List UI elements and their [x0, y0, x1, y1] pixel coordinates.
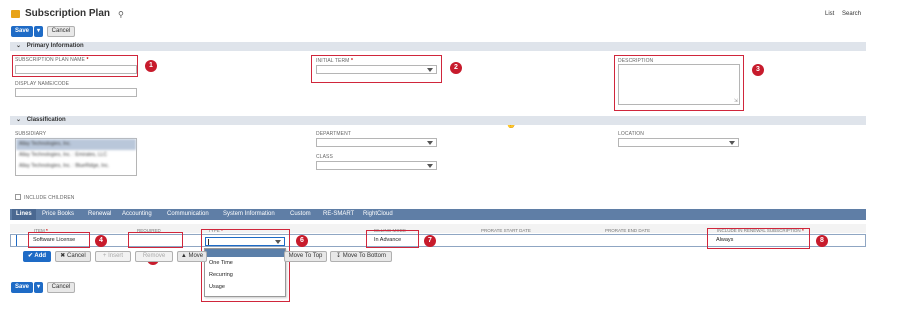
- column-header-prorate-end: PRORATE END DATE: [605, 228, 651, 233]
- move-to-bottom-button[interactable]: ↧ Move To Bottom: [330, 251, 392, 262]
- page-title: Subscription Plan: [25, 8, 111, 19]
- callout-7: 7: [424, 235, 436, 247]
- department-label: DEPARTMENT: [316, 131, 351, 137]
- callout-3: 3: [752, 64, 764, 76]
- include-children-label: INCLUDE CHILDREN: [24, 195, 75, 201]
- add-line-button[interactable]: ✔ Add: [23, 251, 51, 262]
- subscription-icon: [11, 10, 20, 18]
- display-name-label: DISPLAY NAME/CODE: [15, 81, 70, 87]
- callout-2: 2: [450, 62, 462, 74]
- column-header-prorate-start: PRORATE START DATE: [481, 228, 531, 233]
- subtab-bar: Lines Price Books Renewal Accounting Com…: [10, 209, 866, 220]
- save-dropdown-button[interactable]: ▾: [34, 26, 43, 37]
- remove-line-button[interactable]: Remove: [135, 251, 173, 262]
- move-line-label: Move: [188, 253, 204, 259]
- classification-header[interactable]: ⌄ Classification: [10, 116, 866, 125]
- display-name-input[interactable]: [15, 88, 137, 97]
- class-select[interactable]: [316, 161, 437, 170]
- classification-label: Classification: [26, 117, 66, 123]
- highlight-box-4: [28, 232, 90, 248]
- highlight-box-5: [128, 232, 183, 248]
- callout-1: 1: [145, 60, 157, 72]
- subsidiary-label: SUBSIDIARY: [15, 131, 47, 137]
- list-link[interactable]: List: [825, 11, 834, 17]
- tab-price-books[interactable]: Price Books: [42, 209, 74, 220]
- location-label: LOCATION: [618, 131, 644, 137]
- save-dropdown-button-bottom[interactable]: ▾: [34, 282, 43, 293]
- callout-4: 4: [95, 235, 107, 247]
- subsidiary-option[interactable]: Allay Technologies, Inc. : BlueRidge, In…: [16, 161, 136, 172]
- tab-custom[interactable]: Custom: [290, 209, 311, 220]
- chevron-down-icon: ⌄: [16, 43, 22, 49]
- move-line-button[interactable]: ▲ Move: [177, 251, 207, 262]
- highlight-box-1: [12, 55, 138, 77]
- move-to-bottom-label: Move To Bottom: [342, 253, 386, 259]
- arrow-down-icon: ↧: [336, 253, 342, 259]
- row-marker: [16, 235, 17, 246]
- include-children-checkbox[interactable]: [15, 194, 21, 200]
- save-button-bottom[interactable]: Save: [11, 282, 33, 293]
- cancel-label: Cancel: [51, 28, 71, 34]
- move-to-top-label: Move To Top: [288, 253, 323, 259]
- subsidiary-option[interactable]: Allay Technologies, Inc.: [16, 139, 136, 150]
- save-label-bottom: Save: [14, 284, 29, 290]
- add-line-label: Add: [34, 253, 47, 259]
- insert-line-label: Insert: [108, 253, 124, 259]
- tab-lines[interactable]: Lines: [12, 209, 36, 220]
- highlight-box-3: [614, 55, 744, 111]
- chevron-down-icon: ⌄: [16, 117, 22, 123]
- save-button[interactable]: Save: [11, 26, 33, 37]
- callout-8: 8: [816, 235, 828, 247]
- tab-rightcloud[interactable]: RightCloud: [363, 209, 393, 220]
- x-icon: ✖: [60, 253, 66, 259]
- remove-line-label: Remove: [142, 253, 166, 259]
- tab-re-smart[interactable]: RE-SMART: [323, 209, 354, 220]
- class-label: CLASS: [316, 154, 333, 160]
- save-label: Save: [14, 28, 29, 34]
- move-to-top-button[interactable]: Move To Top: [284, 251, 327, 262]
- subsidiary-option[interactable]: Allay Technologies, Inc. : Emirates, LLC: [16, 150, 136, 161]
- subsidiary-multiselect[interactable]: Allay Technologies, Inc. Allay Technolog…: [15, 138, 137, 176]
- check-icon: ✔: [27, 253, 33, 259]
- cancel-button-bottom[interactable]: Cancel: [47, 282, 75, 293]
- plus-icon: +: [102, 253, 107, 259]
- tab-system-information[interactable]: System Information: [223, 209, 275, 220]
- search-link[interactable]: Search: [842, 11, 861, 17]
- highlight-box-2: [311, 55, 442, 83]
- primary-information-header[interactable]: ⌄ Primary Information: [10, 42, 866, 51]
- callout-6: 6: [296, 235, 308, 247]
- highlight-box-6: [201, 229, 290, 302]
- cancel-line-button[interactable]: ✖ Cancel: [55, 251, 91, 262]
- primary-information-label: Primary Information: [26, 43, 84, 49]
- tab-communication[interactable]: Communication: [167, 209, 209, 220]
- cancel-line-label: Cancel: [67, 253, 86, 259]
- cancel-button[interactable]: Cancel: [47, 26, 75, 37]
- highlight-box-7: [366, 230, 419, 248]
- tab-renewal[interactable]: Renewal: [88, 209, 111, 220]
- cancel-label-bottom: Cancel: [51, 284, 71, 290]
- tab-accounting[interactable]: Accounting: [122, 209, 152, 220]
- location-select[interactable]: [618, 138, 739, 147]
- highlight-box-8: [707, 228, 810, 249]
- insert-line-button[interactable]: + Insert: [95, 251, 131, 262]
- move-icon: ▲: [180, 253, 187, 259]
- department-select[interactable]: [316, 138, 437, 147]
- search-icon[interactable]: ⚲: [118, 10, 124, 19]
